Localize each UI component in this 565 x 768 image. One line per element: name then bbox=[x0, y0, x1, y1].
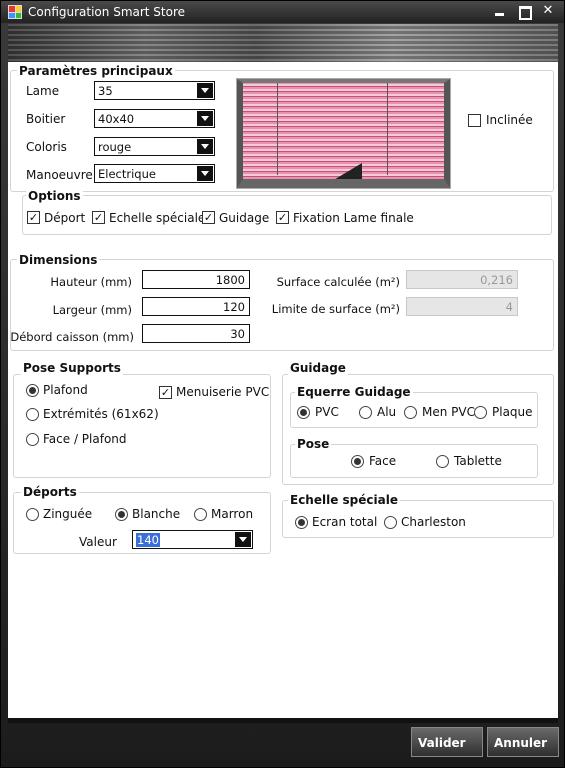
chevron-down-icon[interactable] bbox=[197, 111, 213, 126]
fixation-lame-finale-checkbox[interactable]: ✓ bbox=[276, 211, 289, 224]
menuiserie-pvc-checkbox[interactable]: ✓ bbox=[159, 386, 172, 399]
charleston-label: Charleston bbox=[401, 515, 466, 529]
ecran-total-label: Ecran total bbox=[312, 515, 378, 529]
pose-face-radio[interactable] bbox=[351, 455, 364, 468]
zinguee-label: Zinguée bbox=[43, 507, 93, 521]
blanche-radio[interactable] bbox=[115, 508, 128, 521]
face-plafond-radio[interactable] bbox=[26, 433, 39, 446]
guidage-checkbox[interactable]: ✓ bbox=[202, 211, 215, 224]
hauteur-label: Hauteur (mm) bbox=[50, 275, 132, 289]
chevron-down-icon[interactable] bbox=[197, 83, 213, 98]
echelle-speciale-title: Echelle spéciale bbox=[288, 493, 400, 507]
boitier-select[interactable]: 40x40 bbox=[94, 109, 215, 128]
marron-radio[interactable] bbox=[194, 508, 207, 521]
extremites-label: Extrémités (61x62) bbox=[43, 407, 159, 421]
debord-caisson-label: Débord caisson (mm) bbox=[10, 330, 134, 344]
inclinee-label: Inclinée bbox=[486, 113, 533, 127]
lame-value: 35 bbox=[98, 84, 113, 98]
valeur-value: 140 bbox=[136, 533, 160, 547]
hauteur-input[interactable]: 1800 bbox=[142, 270, 250, 289]
manoeuvre-select[interactable]: Electrique bbox=[94, 164, 215, 183]
chevron-down-icon[interactable] bbox=[197, 166, 213, 181]
extremites-radio[interactable] bbox=[26, 408, 39, 421]
lame-label: Lame bbox=[26, 84, 60, 98]
surface-calculee-label: Surface calculée (m²) bbox=[276, 275, 400, 289]
equerre-pvc-radio[interactable] bbox=[297, 406, 310, 419]
chevron-down-icon[interactable] bbox=[235, 532, 251, 547]
parametres-title: Paramètres principaux bbox=[17, 64, 175, 78]
guidage-title: Guidage bbox=[288, 361, 348, 375]
store-preview-image bbox=[236, 78, 451, 189]
maximize-icon[interactable] bbox=[515, 3, 533, 20]
charleston-radio[interactable] bbox=[384, 516, 397, 529]
plafond-radio[interactable] bbox=[26, 384, 39, 397]
preview-frame bbox=[237, 79, 450, 188]
annuler-button[interactable]: Annuler bbox=[487, 727, 559, 757]
dimensions-title: Dimensions bbox=[17, 253, 100, 267]
lame-select[interactable]: 35 bbox=[94, 81, 215, 100]
coloris-value: rouge bbox=[98, 140, 132, 154]
options-title: Options bbox=[26, 189, 83, 203]
form-content: Paramètres principaux Lame 35 Boitier 40… bbox=[8, 62, 558, 718]
pose-title: Pose bbox=[295, 437, 332, 451]
coloris-select[interactable]: rouge bbox=[94, 137, 215, 156]
equerre-pvc-label: PVC bbox=[315, 405, 339, 419]
marron-label: Marron bbox=[211, 507, 254, 521]
guidage-option-label: Guidage bbox=[219, 211, 270, 225]
equerre-plaque-label: Plaque bbox=[492, 405, 533, 419]
zinguee-radio[interactable] bbox=[26, 508, 39, 521]
equerre-plaque-radio[interactable] bbox=[474, 406, 487, 419]
fixation-lame-finale-label: Fixation Lame finale bbox=[293, 211, 414, 225]
footer-bar bbox=[8, 718, 558, 723]
limite-surface-output: 4 bbox=[406, 297, 518, 316]
valeur-label: Valeur bbox=[79, 535, 117, 549]
equerre-alu-label: Alu bbox=[377, 405, 397, 419]
window-title: Configuration Smart Store bbox=[28, 5, 186, 19]
app-icon bbox=[8, 5, 22, 19]
plafond-label: Plafond bbox=[43, 383, 88, 397]
pose-tablette-label: Tablette bbox=[454, 454, 502, 468]
largeur-input[interactable]: 120 bbox=[142, 297, 250, 316]
blanche-label: Blanche bbox=[132, 507, 181, 521]
largeur-label: Largeur (mm) bbox=[52, 303, 132, 317]
debord-caisson-input[interactable]: 30 bbox=[142, 324, 250, 343]
header-banner bbox=[8, 24, 558, 62]
boitier-label: Boitier bbox=[26, 112, 66, 126]
pose-face-label: Face bbox=[369, 454, 397, 468]
limite-surface-label: Limite de surface (m²) bbox=[271, 302, 400, 316]
valider-button[interactable]: Valider bbox=[411, 727, 483, 757]
deport-option-label: Déport bbox=[44, 211, 86, 225]
equerre-men-pvc-radio[interactable] bbox=[404, 406, 417, 419]
equerre-men-pvc-label: Men PVC bbox=[422, 405, 475, 419]
deport-checkbox[interactable]: ✓ bbox=[27, 211, 40, 224]
configuration-window: Configuration Smart Store ✕ Paramètres p… bbox=[0, 0, 565, 768]
title-bar[interactable]: Configuration Smart Store ✕ bbox=[1, 1, 564, 23]
pose-supports-title: Pose Supports bbox=[21, 361, 123, 375]
equerre-guidage-title: Equerre Guidage bbox=[295, 385, 413, 399]
chevron-down-icon[interactable] bbox=[197, 139, 213, 154]
valeur-select[interactable]: 140 bbox=[132, 530, 253, 549]
menuiserie-pvc-label: Menuiserie PVC bbox=[176, 385, 270, 399]
manoeuvre-value: Electrique bbox=[98, 167, 156, 181]
boitier-value: 40x40 bbox=[98, 112, 135, 126]
surface-calculee-output: 0,216 bbox=[406, 270, 518, 289]
coloris-label: Coloris bbox=[26, 140, 67, 154]
face-plafond-label: Face / Plafond bbox=[43, 432, 127, 446]
close-icon[interactable]: ✕ bbox=[539, 3, 557, 19]
minimize-icon[interactable] bbox=[491, 3, 509, 19]
deports-title: Déports bbox=[21, 485, 79, 499]
pose-tablette-radio[interactable] bbox=[436, 455, 449, 468]
echelle-speciale-option-label: Echelle spéciale bbox=[109, 211, 206, 225]
manoeuvre-label: Manoeuvre bbox=[26, 168, 93, 182]
inclinee-checkbox[interactable] bbox=[468, 114, 481, 127]
echelle-speciale-checkbox[interactable]: ✓ bbox=[92, 211, 105, 224]
ecran-total-radio[interactable] bbox=[295, 516, 308, 529]
equerre-alu-radio[interactable] bbox=[359, 406, 372, 419]
